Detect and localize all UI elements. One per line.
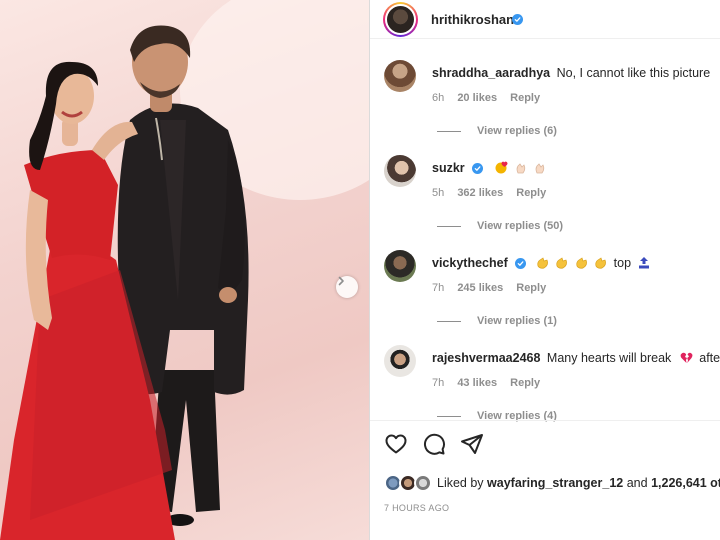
comment-time: 5h — [432, 187, 445, 199]
avatar — [414, 474, 432, 492]
reply-button[interactable]: Reply — [510, 92, 540, 104]
verified-badge-icon — [512, 14, 523, 25]
comment-item: shraddha_aaradhya No, I cannot like this… — [370, 60, 720, 155]
top-arrow-emoji — [638, 256, 650, 272]
reply-button[interactable]: Reply — [510, 377, 540, 389]
comment-time: 7h — [432, 377, 445, 389]
comment-line: rajeshvermaa2468 Many hearts will break … — [432, 351, 720, 367]
comment-meta: 5h 362 likes Reply — [432, 187, 556, 199]
replies-divider — [437, 130, 461, 132]
next-photo-button[interactable] — [336, 276, 358, 298]
clap-emoji — [536, 257, 549, 272]
comment-likes[interactable]: 20 likes — [457, 92, 497, 104]
clap-emoji — [575, 257, 588, 272]
comment-text: No, I cannot like this picture — [556, 66, 711, 80]
comment-time: 7h — [432, 282, 445, 294]
comment-meta: 7h 43 likes Reply — [432, 377, 550, 389]
verified-badge-icon — [515, 258, 527, 270]
comment-line: suzkr — [432, 161, 546, 177]
post-photo[interactable] — [0, 0, 369, 540]
view-replies-button[interactable]: View replies (50) — [437, 220, 563, 232]
liked-by-middle: and — [626, 476, 648, 490]
comment-likes[interactable]: 43 likes — [457, 377, 497, 389]
comment-time: 6h — [432, 92, 445, 104]
broken-heart-emoji — [680, 352, 693, 367]
reply-button[interactable]: Reply — [516, 187, 546, 199]
post-header: hrithikroshan — [370, 0, 720, 39]
comment-item: rajeshvermaa2468 Many hearts will break … — [370, 345, 720, 440]
author-username[interactable]: hrithikroshan — [431, 12, 514, 27]
comment-line: vickythechef top — [432, 256, 650, 272]
liked-by-text: Liked by wayfaring_stranger_12 and 1,226… — [437, 476, 720, 490]
view-replies-button[interactable]: View replies (6) — [437, 125, 557, 137]
clap-emoji — [515, 162, 527, 177]
comment-icon[interactable] — [422, 432, 446, 456]
clap-emoji — [534, 162, 546, 177]
replies-divider — [437, 415, 461, 417]
comment-text: Many hearts will break — [546, 351, 672, 365]
comment-text: top — [613, 256, 632, 270]
post-timestamp: 7 HOURS AGO — [384, 503, 450, 513]
avatar[interactable] — [384, 250, 416, 282]
view-replies-label: View replies (50) — [477, 220, 564, 232]
comment-likes[interactable]: 362 likes — [457, 187, 503, 199]
view-replies-button[interactable]: View replies (1) — [437, 315, 557, 327]
view-replies-label: View replies (1) — [477, 315, 557, 327]
comment-meta: 6h 20 likes Reply — [432, 92, 550, 104]
clap-emoji — [555, 257, 568, 272]
comment-username[interactable]: suzkr — [432, 161, 465, 175]
comment-username[interactable]: rajeshvermaa2468 — [432, 351, 540, 365]
heart-kiss-emoji — [495, 161, 509, 177]
comment-likes[interactable]: 245 likes — [457, 282, 503, 294]
replies-divider — [437, 320, 461, 322]
verified-badge-icon — [472, 163, 484, 175]
comment-text-continued: afte — [699, 351, 720, 365]
liker-avatars[interactable] — [384, 473, 432, 493]
liked-by-prefix: Liked by — [437, 476, 484, 490]
comments-panel: hrithikroshan shraddha_aaradhya No, I ca… — [370, 0, 720, 540]
post-actions — [384, 432, 484, 458]
replies-divider — [437, 225, 461, 227]
avatar[interactable] — [384, 345, 416, 377]
avatar[interactable] — [384, 155, 416, 187]
comment-username[interactable]: shraddha_aaradhya — [432, 66, 550, 80]
comment-item: vickythechef top 7h 245 likes Reply View… — [370, 250, 720, 345]
comment-username[interactable]: vickythechef — [432, 256, 508, 270]
actions-divider — [370, 420, 720, 421]
comment-item: suzkr 5h 362 likes Reply View replies (5… — [370, 155, 720, 250]
clap-emoji — [594, 257, 607, 272]
reply-button[interactable]: Reply — [516, 282, 546, 294]
heart-icon[interactable] — [384, 432, 408, 456]
avatar[interactable] — [384, 60, 416, 92]
share-icon[interactable] — [460, 432, 484, 456]
comment-meta: 7h 245 likes Reply — [432, 282, 556, 294]
view-replies-label: View replies (6) — [477, 125, 557, 137]
author-avatar[interactable] — [383, 2, 418, 37]
liked-by-count[interactable]: 1,226,641 ot — [651, 476, 720, 490]
post-photo-illustration — [0, 0, 369, 540]
liked-by-user[interactable]: wayfaring_stranger_12 — [487, 476, 623, 490]
comment-line: shraddha_aaradhya No, I cannot like this… — [432, 66, 710, 80]
